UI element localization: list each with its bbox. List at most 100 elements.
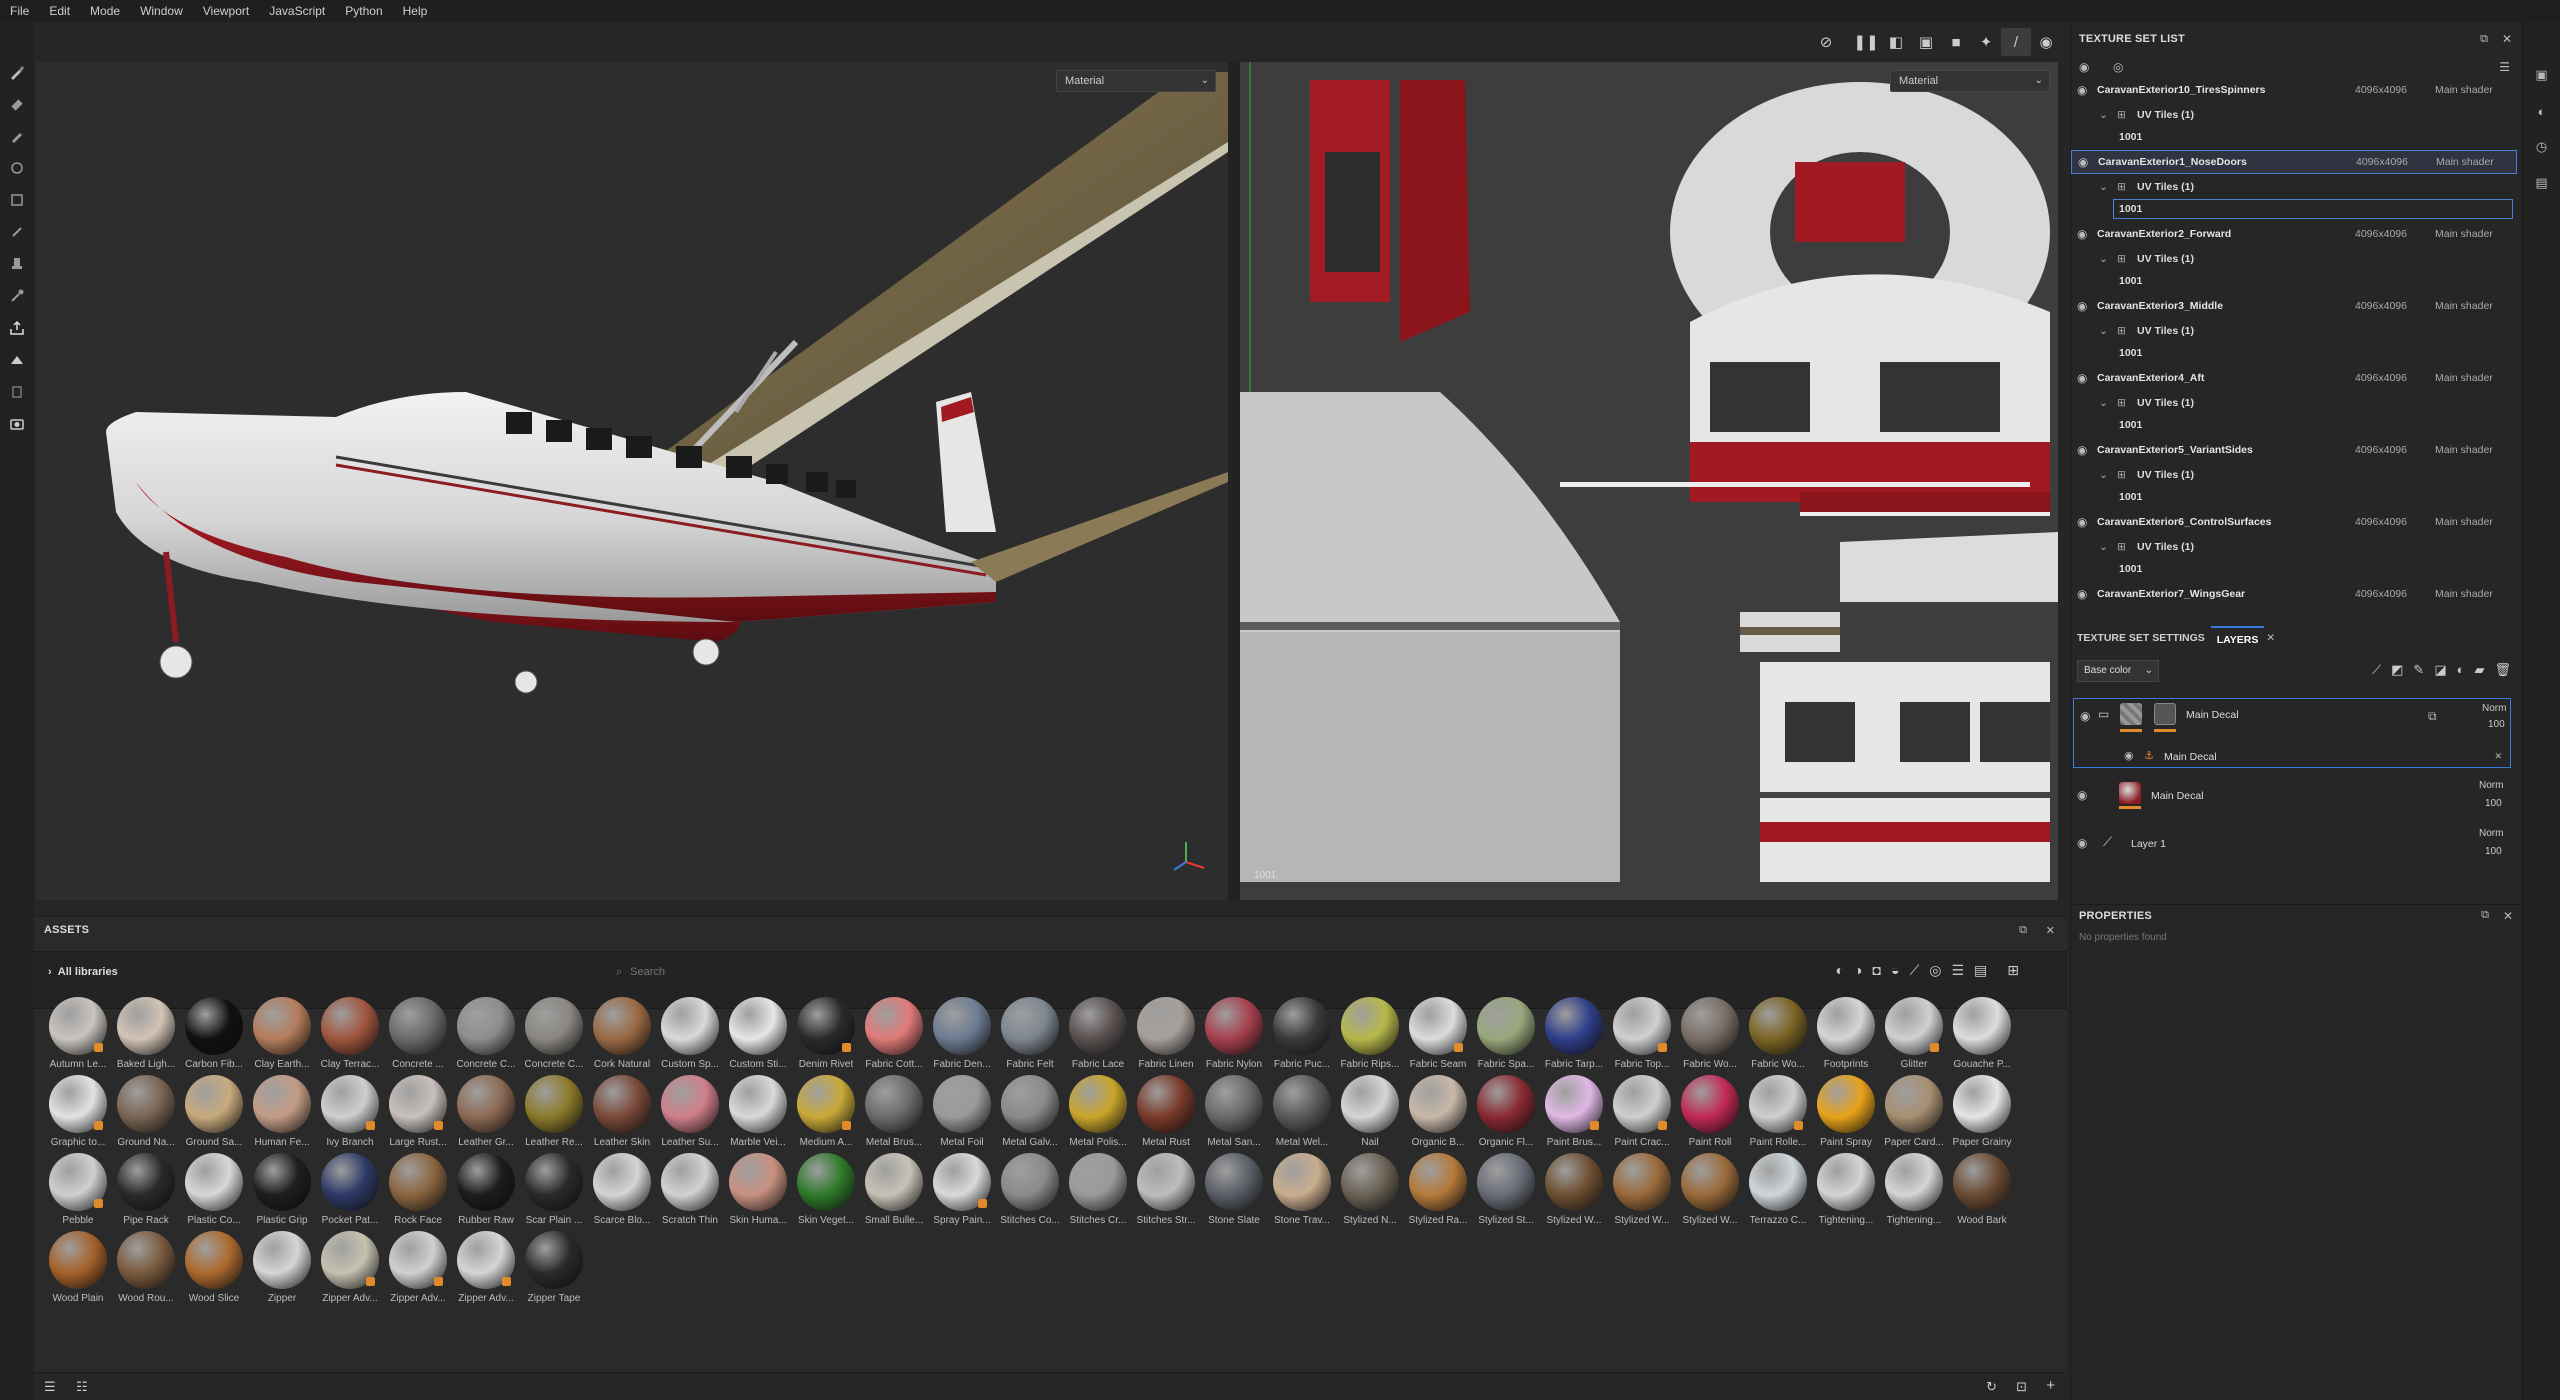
clone-tool-icon[interactable] <box>0 248 34 280</box>
eye-icon[interactable]: ◉ <box>2077 227 2087 241</box>
texture-set-shader[interactable]: Main shader <box>2435 300 2493 312</box>
filter-materials-icon[interactable]: ◐ <box>1836 962 1844 979</box>
layer-main-decal[interactable]: ◉ Main Decal Norm 100 <box>2071 776 2517 816</box>
asset-item[interactable]: Small Bulle... <box>860 1149 928 1227</box>
texture-set-row[interactable]: ◉ CaravanExterior6_ControlSurfaces 4096x40… <box>2071 510 2517 534</box>
opacity[interactable]: 100 <box>2485 846 2502 857</box>
asset-item[interactable]: Paper Card... <box>1880 1071 1948 1149</box>
asset-item[interactable]: Stylized W... <box>1608 1149 1676 1227</box>
asset-item[interactable]: Fabric Lace <box>1064 993 1132 1071</box>
asset-item[interactable]: Metal Wel... <box>1268 1071 1336 1149</box>
texture-set-shader[interactable]: Main shader <box>2435 84 2493 96</box>
asset-item[interactable]: Metal Rust <box>1132 1071 1200 1149</box>
log-icon[interactable]: ▤ <box>2523 168 2560 198</box>
asset-item[interactable]: Scar Plain ... <box>520 1149 588 1227</box>
asset-item[interactable]: Zipper Tape <box>520 1227 588 1305</box>
close-icon[interactable]: ✕ <box>2502 32 2512 46</box>
asset-item[interactable]: Zipper <box>248 1227 316 1305</box>
asset-item[interactable]: Fabric Tarp... <box>1540 993 1608 1071</box>
texture-set-row[interactable]: ◉ CaravanExterior3_Middle 4096x4096 Main sh… <box>2071 294 2517 318</box>
menu-viewport[interactable]: Viewport <box>193 0 259 22</box>
texture-set-shader[interactable]: Main shader <box>2435 516 2493 528</box>
eye-icon[interactable]: ◉ <box>2077 83 2087 97</box>
asset-item[interactable]: Pocket Pat... <box>316 1149 384 1227</box>
chevron-down-icon[interactable]: ⌄ <box>2099 109 2108 121</box>
cube-view-icon[interactable]: ▣ <box>1911 28 1941 56</box>
asset-item[interactable]: Paint Brus... <box>1540 1071 1608 1149</box>
texture-set-row[interactable]: ◉ CaravanExterior5_VariantSides 4096x4096 M… <box>2071 438 2517 462</box>
asset-item[interactable]: Baked Ligh... <box>112 993 180 1071</box>
viewport-3d-mode-select[interactable]: Material ⌄ <box>1056 70 1216 92</box>
refresh-icon[interactable]: ↻ <box>1986 1379 1997 1395</box>
eye-icon[interactable]: ◉ <box>2077 836 2087 850</box>
asset-item[interactable]: Concrete ... <box>384 993 452 1071</box>
opacity[interactable]: 100 <box>2485 798 2502 809</box>
asset-item[interactable]: Organic B... <box>1404 1071 1472 1149</box>
add-effect-icon[interactable]: ⟋ <box>2372 662 2381 678</box>
geometry-mask-tool-icon[interactable] <box>0 152 34 184</box>
asset-item[interactable]: Plastic Grip <box>248 1149 316 1227</box>
video-camera-icon[interactable]: ■ <box>1941 28 1971 56</box>
menu-javascript[interactable]: JavaScript <box>259 0 335 22</box>
library-selector[interactable]: › All libraries <box>48 966 118 978</box>
uv-tile-row[interactable]: 1001 <box>2071 270 2517 292</box>
asset-item[interactable]: Wood Plain <box>44 1227 112 1305</box>
close-icon[interactable]: ✕ <box>2046 924 2055 937</box>
visibility-toggle-icon[interactable]: ◉ <box>2079 60 2089 74</box>
texture-set-shader[interactable]: Main shader <box>2435 588 2493 600</box>
camera-tool-icon[interactable] <box>0 408 34 440</box>
asset-item[interactable]: Human Fe... <box>248 1071 316 1149</box>
eye-icon[interactable]: ◉ <box>2077 299 2087 313</box>
texture-set-row[interactable]: ◉ CaravanExterior10_TiresSpinners 4096x409… <box>2071 78 2517 102</box>
asset-item[interactable]: Autumn Le... <box>44 993 112 1071</box>
uv-tiles-row[interactable]: ⌄ ⊞ UV Tiles (1) <box>2071 104 2517 126</box>
chevron-down-icon[interactable]: ⌄ <box>2099 541 2108 553</box>
undock-icon[interactable]: ⧉ <box>2481 909 2489 922</box>
asset-item[interactable]: Skin Veget... <box>792 1149 860 1227</box>
uv-tile-row[interactable]: 1001 <box>2071 342 2517 364</box>
asset-item[interactable]: Glitter <box>1880 993 1948 1071</box>
add-fill-layer-icon[interactable]: ◪ <box>2434 662 2446 678</box>
asset-item[interactable]: Paint Rolle... <box>1744 1071 1812 1149</box>
asset-item[interactable]: Metal Galv... <box>996 1071 1064 1149</box>
screenshot-mode-icon[interactable]: ✦ <box>1971 28 2001 56</box>
asset-item[interactable]: Fabric Linen <box>1132 993 1200 1071</box>
menu-mode[interactable]: Mode <box>80 0 130 22</box>
asset-item[interactable]: Stitches Co... <box>996 1149 1064 1227</box>
settings-menu-icon[interactable]: ☰ <box>2499 60 2510 74</box>
layer-paint-1[interactable]: ◉ ⟋ Layer 1 Norm 100 <box>2071 824 2517 864</box>
uv-tile-row[interactable]: 1001 <box>2071 414 2517 436</box>
asset-item[interactable]: Custom Sp... <box>656 993 724 1071</box>
filter-environments-icon[interactable]: ▤ <box>1974 962 1987 979</box>
asset-item[interactable]: Concrete C... <box>452 993 520 1071</box>
asset-item[interactable]: Medium A... <box>792 1071 860 1149</box>
asset-item[interactable]: Fabric Wo... <box>1676 993 1744 1071</box>
bake-tool-icon[interactable] <box>0 344 34 376</box>
asset-item[interactable]: Stylized W... <box>1540 1149 1608 1227</box>
asset-item[interactable]: Spray Pain... <box>928 1149 996 1227</box>
asset-item[interactable]: Ground Na... <box>112 1071 180 1149</box>
texture-set-shader[interactable]: Main shader <box>2435 372 2493 384</box>
asset-item[interactable]: Fabric Den... <box>928 993 996 1071</box>
measure-tool-icon[interactable] <box>0 376 34 408</box>
add-folder-icon[interactable]: ▰ <box>2474 662 2484 678</box>
asset-item[interactable]: Concrete C... <box>520 993 588 1071</box>
asset-item[interactable]: Fabric Felt <box>996 993 1064 1071</box>
asset-item[interactable]: Leather Su... <box>656 1071 724 1149</box>
grid-view-icon[interactable]: ⊞ <box>2007 962 2019 979</box>
eye-icon[interactable]: ◉ <box>2124 749 2134 762</box>
texture-set-icon[interactable]: ▣ <box>2523 60 2560 90</box>
asset-item[interactable]: Metal San... <box>1200 1071 1268 1149</box>
channel-select[interactable]: Base color ⌄ <box>2077 660 2159 682</box>
asset-item[interactable]: Fabric Spa... <box>1472 993 1540 1071</box>
chevron-down-icon[interactable]: ⌄ <box>2099 397 2108 409</box>
eye-icon[interactable]: ◉ <box>2077 515 2087 529</box>
asset-item[interactable]: Leather Skin <box>588 1071 656 1149</box>
add-paint-layer-icon[interactable]: ✎ <box>2413 662 2424 678</box>
filter-brushes-icon[interactable]: ⟋ <box>1909 962 1919 979</box>
add-icon[interactable]: + <box>2046 1377 2055 1394</box>
asset-item[interactable]: Leather Re... <box>520 1071 588 1149</box>
blend-mode[interactable]: Norm <box>2479 828 2503 839</box>
asset-item[interactable]: Paper Grainy <box>1948 1071 2016 1149</box>
eye-icon[interactable]: ◉ <box>2077 587 2087 601</box>
